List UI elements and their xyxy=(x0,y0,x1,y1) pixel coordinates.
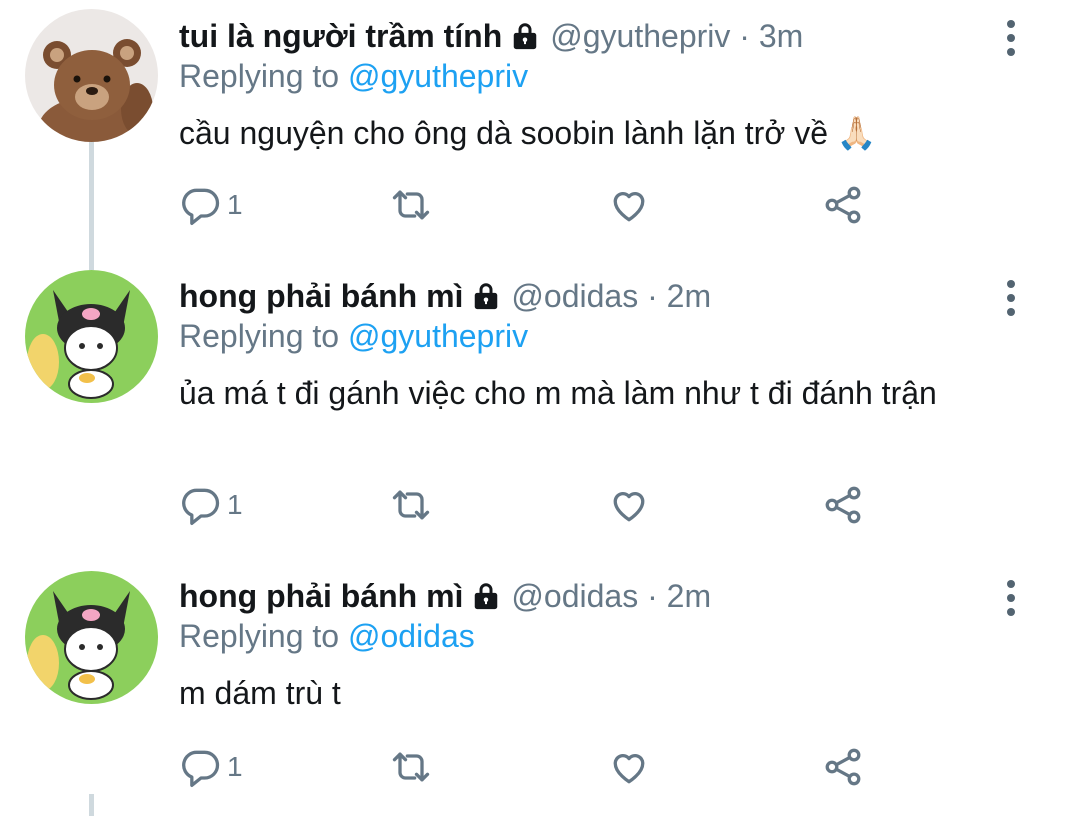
share-icon xyxy=(825,486,861,524)
more-options-icon[interactable] xyxy=(998,576,1024,620)
user-handle[interactable]: @odidas xyxy=(511,578,638,614)
reply-count: 1 xyxy=(227,489,243,520)
tweet-text: m dám trù t xyxy=(179,675,341,711)
retweet-icon xyxy=(392,190,430,220)
tweet-header: hong phải bánh mì @odidas · 2m xyxy=(179,276,711,320)
mention-link[interactable]: @odidas xyxy=(348,618,475,654)
like-button[interactable] xyxy=(607,480,651,530)
timestamp[interactable]: 3m xyxy=(759,18,803,54)
reply-button[interactable]: 1 xyxy=(179,742,243,792)
kuromi-avatar-image xyxy=(25,571,158,704)
avatar[interactable] xyxy=(25,270,158,403)
tweet-text: cầu nguyện cho ông dà soobin lành lặn tr… xyxy=(179,115,877,151)
separator-dot: · xyxy=(647,278,658,314)
reply-count: 1 xyxy=(227,189,243,220)
tweet-actions: 1 xyxy=(179,742,899,792)
avatar[interactable] xyxy=(25,9,158,142)
replying-to-label: Replying to xyxy=(179,58,340,94)
replying-to: Replying to @odidas xyxy=(179,616,475,656)
like-icon xyxy=(613,192,645,222)
reply-icon xyxy=(182,750,220,787)
avatar[interactable] xyxy=(25,571,158,704)
user-handle[interactable]: @odidas xyxy=(511,278,638,314)
timestamp[interactable]: 2m xyxy=(667,278,711,314)
tweet[interactable]: tui là người trầm tính @gyuthepriv · 3m R… xyxy=(0,0,1080,250)
reply-button[interactable]: 1 xyxy=(179,480,243,530)
retweet-icon xyxy=(392,752,430,782)
share-icon xyxy=(825,186,861,224)
mention-link[interactable]: @gyuthepriv xyxy=(348,318,528,354)
tweet-actions: 1 xyxy=(179,480,899,530)
replying-to: Replying to @gyuthepriv xyxy=(179,56,528,96)
lock-icon xyxy=(471,280,501,320)
user-handle[interactable]: @gyuthepriv xyxy=(550,18,730,54)
reply-icon xyxy=(182,188,220,225)
kuromi-avatar-image xyxy=(25,270,158,403)
display-name[interactable]: hong phải bánh mì xyxy=(179,578,463,614)
like-button[interactable] xyxy=(607,742,651,792)
replying-to-label: Replying to xyxy=(179,618,340,654)
display-name[interactable]: tui là người trầm tính xyxy=(179,18,502,54)
reply-icon xyxy=(182,488,220,525)
share-button[interactable] xyxy=(821,180,865,230)
share-button[interactable] xyxy=(821,742,865,792)
like-icon xyxy=(613,492,645,522)
share-icon xyxy=(825,748,861,786)
tweet[interactable]: hong phải bánh mì @odidas · 2m Replying t… xyxy=(0,270,1080,560)
tweet-text: ủa má t đi gánh việc cho m mà làm như t … xyxy=(179,375,937,411)
like-button[interactable] xyxy=(607,180,651,230)
retweet-icon xyxy=(392,490,430,520)
display-name[interactable]: hong phải bánh mì xyxy=(179,278,463,314)
retweet-button[interactable] xyxy=(389,180,433,230)
like-icon xyxy=(613,754,645,784)
reply-count: 1 xyxy=(227,751,243,782)
tweet-header: tui là người trầm tính @gyuthepriv · 3m xyxy=(179,16,803,60)
tweet-actions: 1 xyxy=(179,180,899,230)
separator-dot: · xyxy=(647,578,658,614)
separator-dot: · xyxy=(739,18,750,54)
lock-icon xyxy=(471,580,501,620)
timestamp[interactable]: 2m xyxy=(667,578,711,614)
replying-to-label: Replying to xyxy=(179,318,340,354)
share-button[interactable] xyxy=(821,480,865,530)
tweet[interactable]: hong phải bánh mì @odidas · 2m Replying t… xyxy=(0,570,1080,816)
teddy-bear-avatar-image xyxy=(25,9,158,142)
tweet-header: hong phải bánh mì @odidas · 2m xyxy=(179,576,711,620)
replying-to: Replying to @gyuthepriv xyxy=(179,316,528,356)
more-options-icon[interactable] xyxy=(998,16,1024,60)
more-options-icon[interactable] xyxy=(998,276,1024,320)
retweet-button[interactable] xyxy=(389,480,433,530)
reply-button[interactable]: 1 xyxy=(179,180,243,230)
mention-link[interactable]: @gyuthepriv xyxy=(348,58,528,94)
lock-icon xyxy=(510,20,540,60)
retweet-button[interactable] xyxy=(389,742,433,792)
